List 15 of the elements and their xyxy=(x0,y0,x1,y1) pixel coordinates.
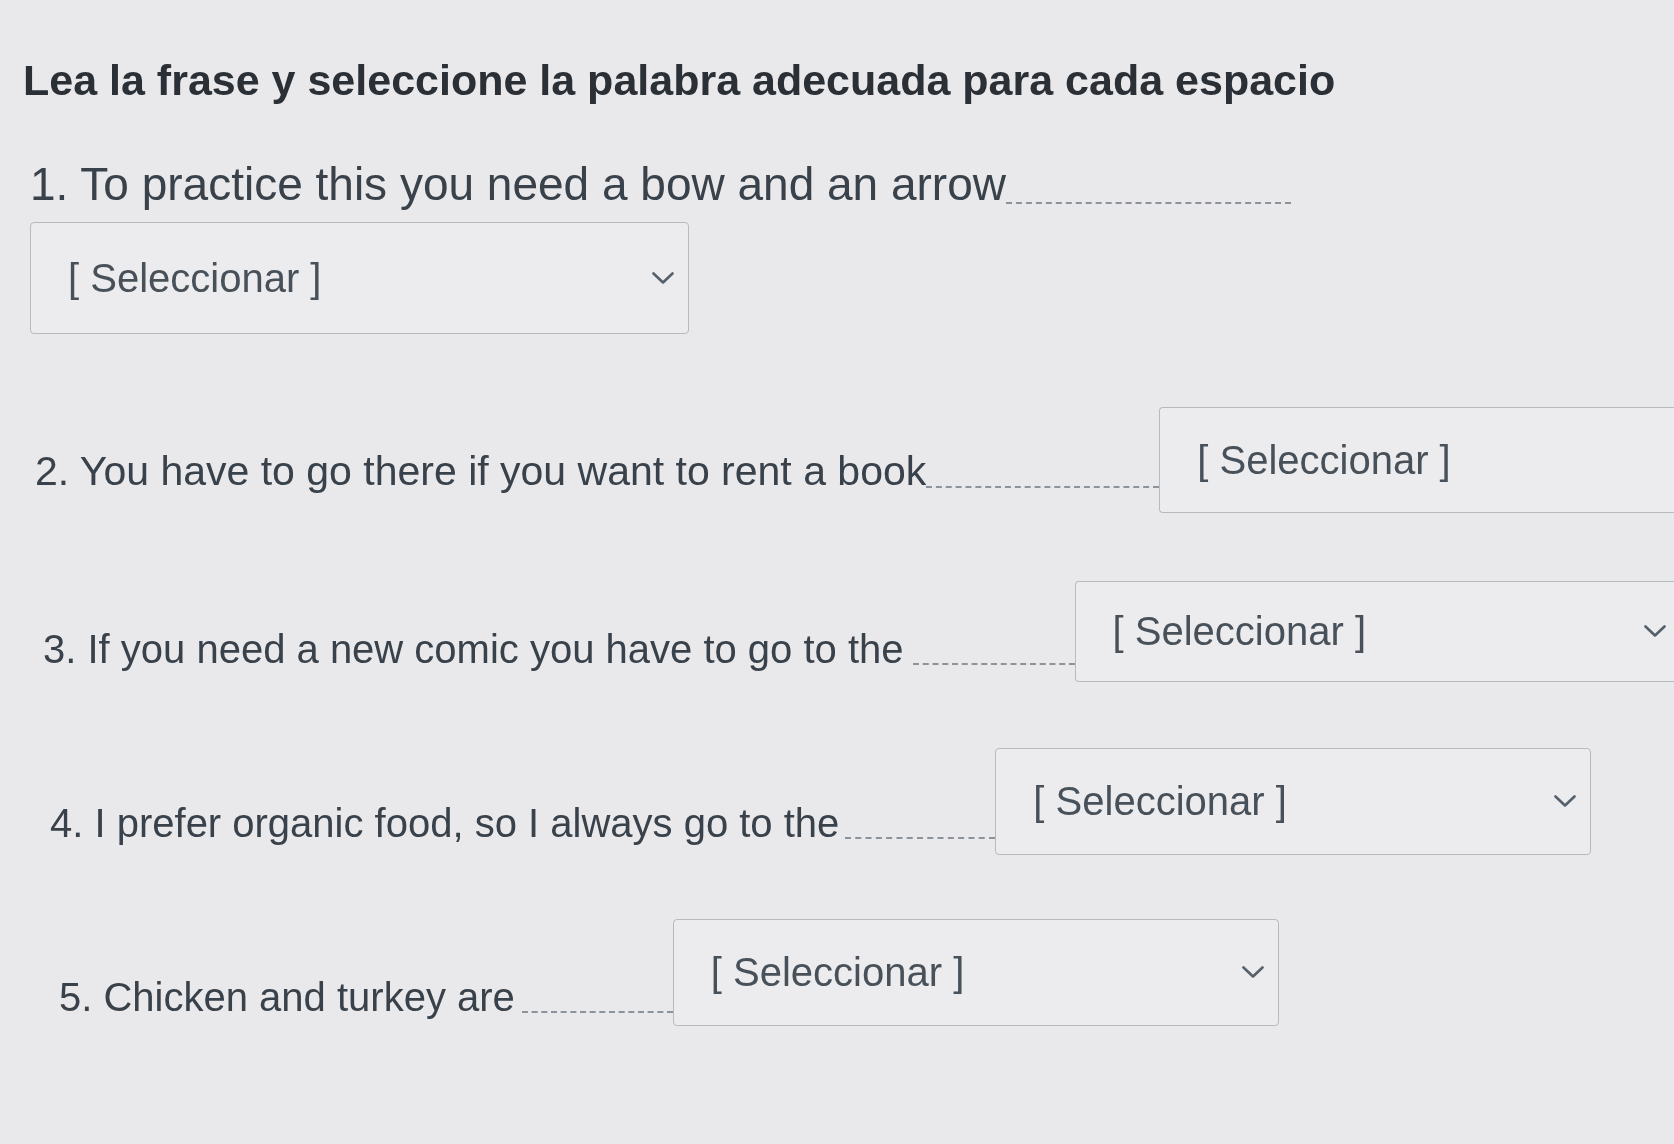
question-text: 2. You have to go there if you want to rent a book xyxy=(35,446,927,496)
chevron-down-icon xyxy=(1554,795,1577,808)
chevron-down-icon xyxy=(1241,966,1264,979)
select-dropdown[interactable]: [ Seleccionar ] xyxy=(995,747,1592,855)
question-text: 5. Chicken and turkey are xyxy=(59,973,515,1021)
question-text: 3. If you need a new comic you have to go to the xyxy=(43,625,904,673)
chevron-down-icon xyxy=(652,271,674,284)
select-dropdown[interactable]: [ Seleccionar ] xyxy=(30,221,689,334)
question-text: 1. To practice this you need a bow and an arrow xyxy=(30,156,1006,212)
chevron-down-icon xyxy=(1644,625,1666,638)
select-dropdown[interactable]: [ Seleccionar ] xyxy=(672,918,1279,1026)
instructions-heading: Lea la frase y seleccione la palabra adecuada para cada espacio xyxy=(23,55,1336,106)
select-dropdown[interactable]: [ Seleccionar ] xyxy=(1159,406,1674,513)
select-dropdown[interactable]: [ Seleccionar ] xyxy=(1074,580,1674,682)
question-text: 4. I prefer organic food, so I always go to the xyxy=(50,799,840,847)
